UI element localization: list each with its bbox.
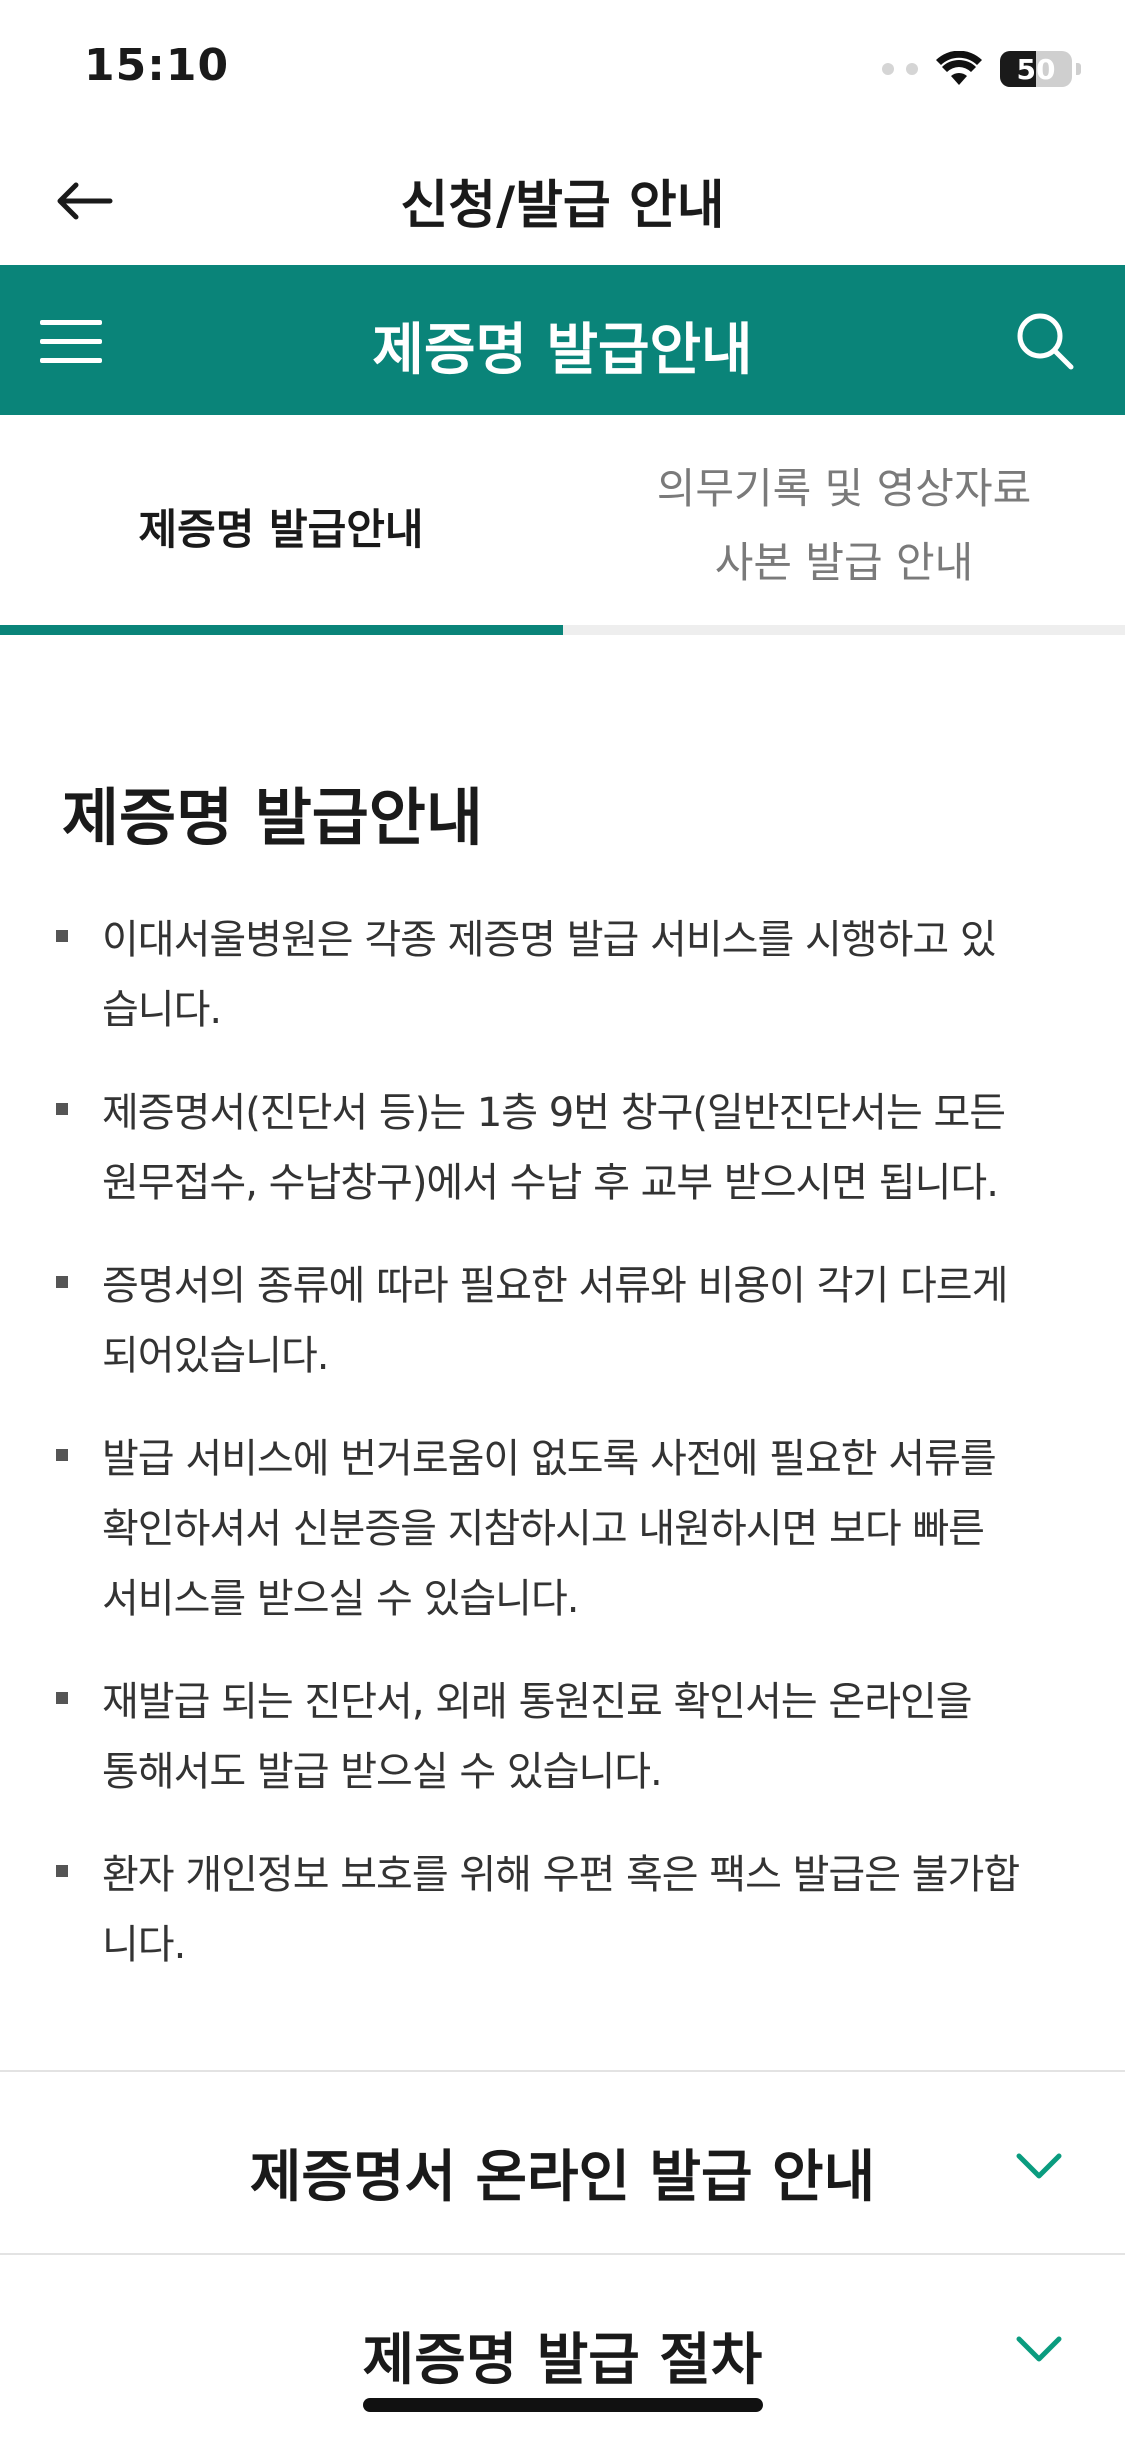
bullet-square-icon — [56, 1865, 68, 1877]
list-item-line: 통해서도 발급 받으실 수 있습니다. — [102, 1749, 663, 1795]
bullet-square-icon — [56, 1103, 68, 1115]
accordion-title: 제증명 발급 절차 — [362, 2328, 763, 2393]
section-title: 제증명 발급안내 — [372, 318, 753, 383]
content-title: 제증명 발급안내 — [62, 781, 483, 854]
home-indicator — [363, 2398, 763, 2412]
list-item-line: 서비스를 받으실 수 있습니다. — [102, 1576, 579, 1622]
list-item-line: 발급 서비스에 번거로움이 없도록 사전에 필요한 서류를 — [102, 1436, 997, 1482]
status-indicators: 50 — [882, 44, 1081, 94]
section-bar: 제증명 발급안내 — [0, 265, 1125, 415]
cellular-signal-icon — [882, 63, 918, 75]
bullet-square-icon — [56, 1276, 68, 1288]
list-item-line: 증명서의 종류에 따라 필요한 서류와 비용이 각기 다르게 — [102, 1263, 1008, 1309]
battery-level: 50 — [1016, 52, 1056, 86]
list-item: 환자 개인정보 보호를 위해 우편 혹은 팩스 발급은 불가합 니다. — [56, 1840, 1076, 1980]
chevron-down-icon — [1016, 2336, 1062, 2362]
chevron-down-icon — [1016, 2153, 1062, 2179]
battery-icon: 50 — [1000, 51, 1072, 87]
bullet-square-icon — [56, 1692, 68, 1704]
wifi-icon — [936, 51, 982, 85]
list-item-line: 니다. — [102, 1922, 186, 1968]
tab-active-indicator — [0, 625, 563, 635]
list-item: 이대서울병원은 각종 제증명 발급 서비스를 시행하고 있 습니다. — [56, 905, 1076, 1045]
list-item-line: 환자 개인정보 보호를 위해 우편 혹은 팩스 발급은 불가합 — [102, 1852, 1020, 1898]
bullet-square-icon — [56, 930, 68, 942]
list-item: 증명서의 종류에 따라 필요한 서류와 비용이 각기 다르게 되어있습니다. — [56, 1251, 1076, 1391]
list-item-line: 제증명서(진단서 등)는 1층 9번 창구(일반진단서는 모든 — [102, 1090, 1006, 1136]
list-item-line: 원무접수, 수납창구)에서 수납 후 교부 받으시면 됩니다. — [102, 1160, 999, 1206]
list-item-line: 확인하셔서 신분증을 지참하시고 내원하시면 보다 빠른 — [102, 1506, 985, 1552]
nav-header: 신청/발급 안내 — [0, 135, 1125, 265]
accordion-issuance-procedure[interactable]: 제증명 발급 절차 — [0, 2253, 1125, 2443]
tab-bar: 제증명 발급안내 의무기록 및 영상자료 사본 발급 안내 — [0, 415, 1125, 637]
search-icon — [1017, 313, 1074, 370]
list-item: 제증명서(진단서 등)는 1층 9번 창구(일반진단서는 모든 원무접수, 수납… — [56, 1078, 1076, 1218]
search-button[interactable] — [1005, 301, 1085, 381]
tab-label-line2: 사본 발급 안내 — [714, 538, 974, 587]
accordion-toggle[interactable] — [1011, 2321, 1067, 2377]
list-item-line: 습니다. — [102, 987, 222, 1033]
status-bar: 15:10 50 — [0, 0, 1125, 135]
tab-label-line1: 의무기록 및 영상자료 — [656, 464, 1032, 513]
list-item: 발급 서비스에 번거로움이 없도록 사전에 필요한 서류를 확인하셔서 신분증을… — [56, 1424, 1076, 1634]
list-item-line: 이대서울병원은 각종 제증명 발급 서비스를 시행하고 있 — [102, 917, 997, 963]
tab-records-copy-guide[interactable]: 의무기록 및 영상자료 사본 발급 안내 — [563, 415, 1125, 637]
tab-label: 제증명 발급안내 — [138, 504, 424, 554]
list-item-line: 되어있습니다. — [102, 1333, 330, 1379]
list-item: 재발급 되는 진단서, 외래 통원진료 확인서는 온라인을 통해서도 발급 받으… — [56, 1667, 1076, 1807]
tab-certificate-guide[interactable]: 제증명 발급안내 — [0, 415, 562, 637]
guide-list: 이대서울병원은 각종 제증명 발급 서비스를 시행하고 있 습니다. 제증명서(… — [56, 905, 1076, 2013]
accordion-toggle[interactable] — [1011, 2138, 1067, 2194]
bullet-square-icon — [56, 1449, 68, 1461]
status-time: 15:10 — [84, 40, 230, 91]
accordion-online-issuance[interactable]: 제증명서 온라인 발급 안내 — [0, 2070, 1125, 2252]
page-title: 신청/발급 안내 — [400, 176, 725, 236]
accordion-title: 제증명서 온라인 발급 안내 — [249, 2145, 876, 2210]
list-item-line: 재발급 되는 진단서, 외래 통원진료 확인서는 온라인을 — [102, 1679, 973, 1725]
